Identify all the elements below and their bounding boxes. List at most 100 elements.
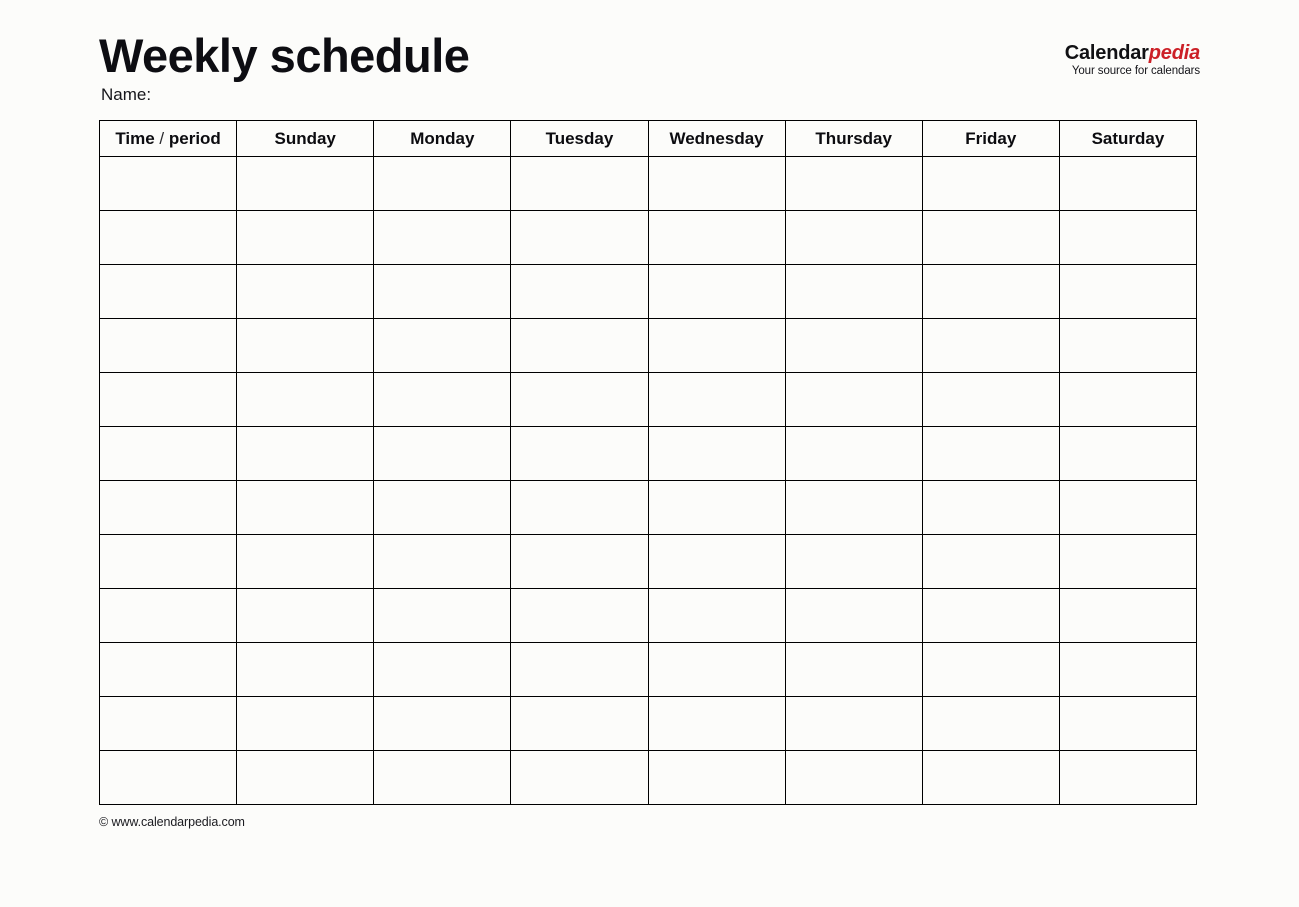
schedule-slot-cell[interactable] (647, 534, 786, 589)
schedule-slot-cell[interactable] (1058, 318, 1198, 373)
schedule-slot-cell[interactable] (373, 426, 512, 481)
schedule-slot-cell[interactable] (373, 696, 512, 751)
schedule-slot-cell[interactable] (647, 264, 786, 319)
schedule-slot-cell[interactable] (1058, 156, 1198, 211)
schedule-slot-cell[interactable] (784, 426, 923, 481)
schedule-slot-cell[interactable] (921, 750, 1060, 805)
schedule-slot-cell[interactable] (373, 318, 512, 373)
schedule-slot-cell[interactable] (647, 696, 786, 751)
schedule-slot-cell[interactable] (921, 426, 1060, 481)
schedule-slot-cell[interactable] (784, 588, 923, 643)
schedule-slot-cell[interactable] (373, 210, 512, 265)
time-period-cell[interactable] (98, 480, 238, 535)
time-period-cell[interactable] (98, 210, 238, 265)
schedule-slot-cell[interactable] (1058, 264, 1198, 319)
schedule-slot-cell[interactable] (510, 696, 649, 751)
schedule-slot-cell[interactable] (510, 588, 649, 643)
schedule-slot-cell[interactable] (647, 588, 786, 643)
schedule-slot-cell[interactable] (373, 534, 512, 589)
schedule-slot-cell[interactable] (236, 588, 375, 643)
schedule-slot-cell[interactable] (784, 750, 923, 805)
schedule-slot-cell[interactable] (236, 156, 375, 211)
schedule-slot-cell[interactable] (1058, 642, 1198, 697)
time-period-cell[interactable] (98, 264, 238, 319)
schedule-slot-cell[interactable] (1058, 210, 1198, 265)
schedule-slot-cell[interactable] (647, 156, 786, 211)
schedule-slot-cell[interactable] (784, 372, 923, 427)
schedule-slot-cell[interactable] (236, 750, 375, 805)
time-period-cell[interactable] (98, 588, 238, 643)
schedule-slot-cell[interactable] (921, 156, 1060, 211)
schedule-slot-cell[interactable] (921, 588, 1060, 643)
schedule-slot-cell[interactable] (373, 750, 512, 805)
schedule-slot-cell[interactable] (510, 156, 649, 211)
schedule-slot-cell[interactable] (647, 750, 786, 805)
time-period-cell[interactable] (98, 642, 238, 697)
schedule-slot-cell[interactable] (510, 264, 649, 319)
schedule-slot-cell[interactable] (510, 642, 649, 697)
schedule-slot-cell[interactable] (1058, 426, 1198, 481)
schedule-slot-cell[interactable] (647, 480, 786, 535)
schedule-slot-cell[interactable] (373, 264, 512, 319)
schedule-slot-cell[interactable] (921, 210, 1060, 265)
schedule-slot-cell[interactable] (236, 534, 375, 589)
schedule-column-header-4: Wednesday (647, 120, 786, 157)
calendarpedia-logo[interactable]: Calendarpedia Your source for calendars (1065, 43, 1200, 78)
time-period-cell[interactable] (98, 696, 238, 751)
schedule-slot-cell[interactable] (236, 264, 375, 319)
schedule-slot-cell[interactable] (1058, 372, 1198, 427)
time-period-cell[interactable] (98, 156, 238, 211)
schedule-slot-cell[interactable] (784, 318, 923, 373)
schedule-slot-cell[interactable] (1058, 534, 1198, 589)
schedule-slot-cell[interactable] (373, 372, 512, 427)
schedule-slot-cell[interactable] (1058, 480, 1198, 535)
schedule-slot-cell[interactable] (236, 480, 375, 535)
schedule-slot-cell[interactable] (510, 210, 649, 265)
schedule-slot-cell[interactable] (784, 264, 923, 319)
schedule-slot-cell[interactable] (510, 750, 649, 805)
schedule-slot-cell[interactable] (510, 426, 649, 481)
brand-tagline: Your source for calendars (1071, 65, 1200, 77)
schedule-slot-cell[interactable] (921, 696, 1060, 751)
time-period-cell[interactable] (98, 372, 238, 427)
schedule-slot-cell[interactable] (373, 642, 512, 697)
schedule-slot-cell[interactable] (510, 480, 649, 535)
schedule-slot-cell[interactable] (784, 696, 923, 751)
schedule-slot-cell[interactable] (373, 156, 512, 211)
schedule-slot-cell[interactable] (647, 372, 786, 427)
time-period-cell[interactable] (98, 318, 238, 373)
schedule-slot-cell[interactable] (373, 588, 512, 643)
schedule-slot-cell[interactable] (784, 210, 923, 265)
schedule-slot-cell[interactable] (647, 318, 786, 373)
schedule-slot-cell[interactable] (236, 426, 375, 481)
schedule-slot-cell[interactable] (647, 426, 786, 481)
schedule-slot-cell[interactable] (236, 210, 375, 265)
schedule-slot-cell[interactable] (1058, 750, 1198, 805)
schedule-slot-cell[interactable] (784, 534, 923, 589)
schedule-slot-cell[interactable] (921, 480, 1060, 535)
schedule-slot-cell[interactable] (1058, 696, 1198, 751)
schedule-slot-cell[interactable] (1058, 588, 1198, 643)
schedule-slot-cell[interactable] (236, 696, 375, 751)
schedule-slot-cell[interactable] (921, 372, 1060, 427)
time-period-cell[interactable] (98, 534, 238, 589)
schedule-slot-cell[interactable] (236, 372, 375, 427)
schedule-slot-cell[interactable] (510, 318, 649, 373)
schedule-row (98, 210, 1198, 265)
schedule-slot-cell[interactable] (236, 318, 375, 373)
schedule-slot-cell[interactable] (647, 642, 786, 697)
schedule-slot-cell[interactable] (784, 156, 923, 211)
schedule-slot-cell[interactable] (921, 318, 1060, 373)
schedule-slot-cell[interactable] (510, 372, 649, 427)
schedule-slot-cell[interactable] (921, 534, 1060, 589)
schedule-slot-cell[interactable] (921, 264, 1060, 319)
time-period-cell[interactable] (98, 426, 238, 481)
schedule-slot-cell[interactable] (510, 534, 649, 589)
time-period-cell[interactable] (98, 750, 238, 805)
schedule-slot-cell[interactable] (236, 642, 375, 697)
schedule-slot-cell[interactable] (921, 642, 1060, 697)
schedule-slot-cell[interactable] (373, 480, 512, 535)
schedule-slot-cell[interactable] (647, 210, 786, 265)
schedule-slot-cell[interactable] (784, 480, 923, 535)
schedule-slot-cell[interactable] (784, 642, 923, 697)
